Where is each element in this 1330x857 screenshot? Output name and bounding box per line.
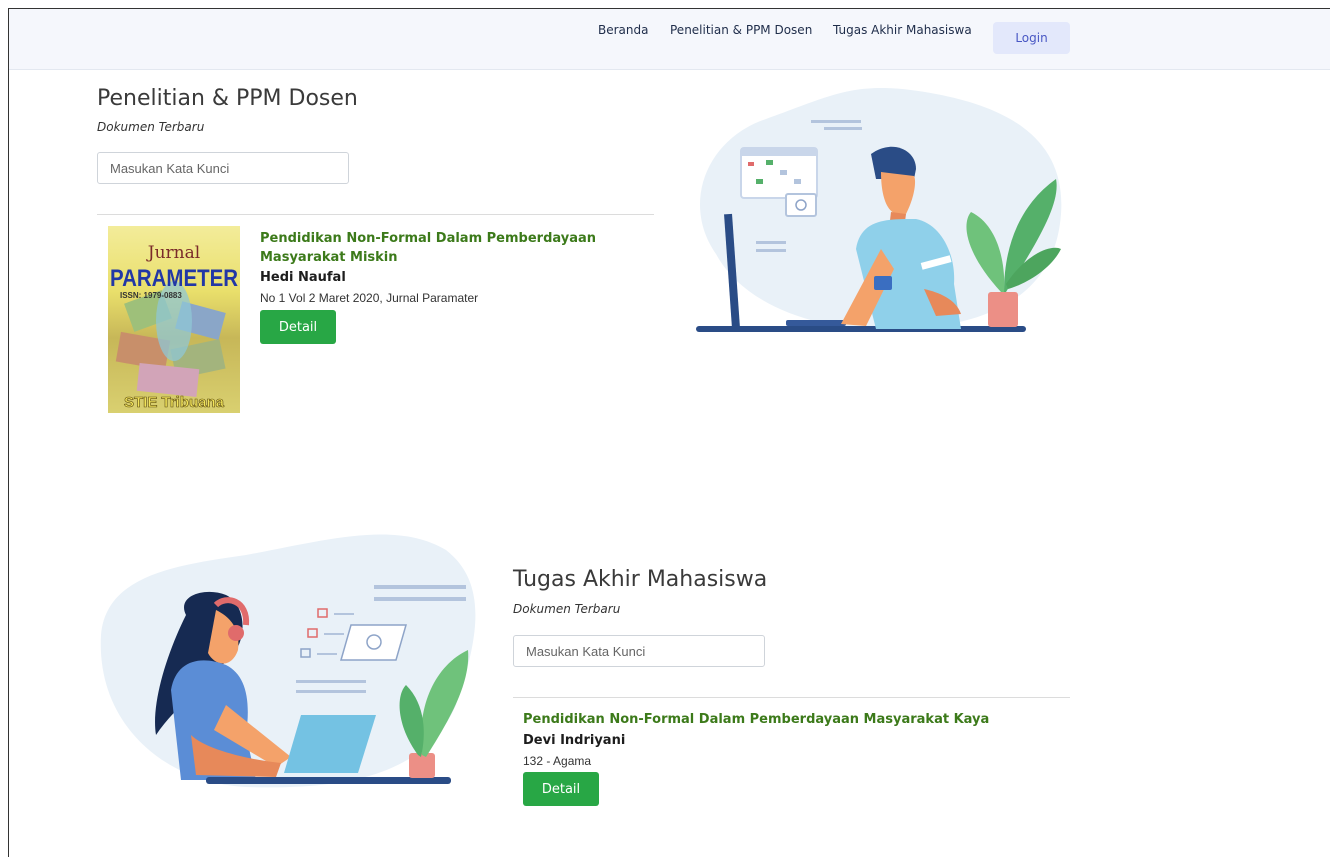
- nav-tugas-akhir[interactable]: Tugas Akhir Mahasiswa: [833, 23, 972, 37]
- thesis-detail-button[interactable]: Detail: [523, 772, 599, 806]
- research-divider: [97, 214, 654, 215]
- thesis-doc-author: Devi Indriyani: [523, 733, 626, 748]
- cover-publisher: STIE Tribuana: [124, 394, 225, 411]
- researcher-illustration: [696, 88, 1062, 332]
- cover-issn: ISSN: 1979-0883: [120, 291, 182, 300]
- thesis-doc-title[interactable]: Pendidikan Non-Formal Dalam Pemberdayaan…: [523, 710, 1063, 729]
- student-illustration: [100, 534, 476, 788]
- thesis-subtitle: Dokumen Terbaru: [513, 602, 621, 616]
- nav-beranda[interactable]: Beranda: [598, 23, 648, 37]
- research-search-input[interactable]: [97, 152, 349, 184]
- login-button[interactable]: Login: [993, 22, 1070, 54]
- thesis-doc-meta: 132 - Agama: [523, 754, 592, 768]
- thesis-search-input[interactable]: [513, 635, 765, 667]
- research-doc-meta: No 1 Vol 2 Maret 2020, Jurnal Paramater: [260, 291, 479, 305]
- nav-penelitian[interactable]: Penelitian & PPM Dosen: [670, 23, 812, 37]
- research-title: Penelitian & PPM Dosen: [97, 86, 358, 111]
- cover-line1: Jurnal: [146, 243, 200, 263]
- research-doc-author: Hedi Naufal: [260, 270, 346, 285]
- journal-cover-image: Jurnal PARAMETER ISSN: 1979-0883 STIE Tr…: [108, 226, 240, 413]
- thesis-divider: [513, 697, 1070, 698]
- navbar: [9, 9, 1330, 70]
- thesis-title: Tugas Akhir Mahasiswa: [513, 567, 768, 592]
- research-detail-button[interactable]: Detail: [260, 310, 336, 344]
- research-subtitle: Dokumen Terbaru: [97, 120, 205, 134]
- research-doc-title[interactable]: Pendidikan Non-Formal Dalam Pemberdayaan…: [260, 229, 630, 267]
- cover-line2: PARAMETER: [110, 265, 238, 292]
- journal-cover-art: Jurnal PARAMETER ISSN: 1979-0883 STIE Tr…: [108, 226, 240, 413]
